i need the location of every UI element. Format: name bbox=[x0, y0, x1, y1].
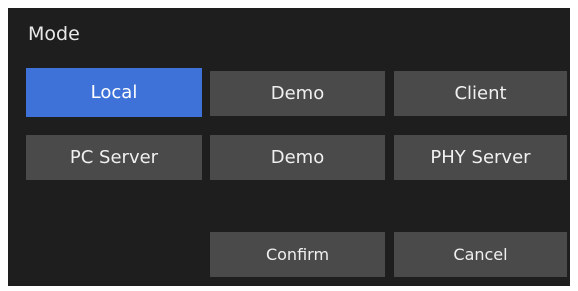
mode-button-demo-secondary[interactable]: Demo bbox=[210, 135, 385, 180]
mode-button-demo[interactable]: Demo bbox=[210, 71, 385, 116]
cancel-button[interactable]: Cancel bbox=[394, 232, 567, 277]
confirm-button[interactable]: Confirm bbox=[210, 232, 385, 277]
mode-button-local[interactable]: Local bbox=[26, 68, 202, 117]
mode-button-pc-server[interactable]: PC Server bbox=[26, 135, 202, 180]
mode-button-phy-server[interactable]: PHY Server bbox=[394, 135, 567, 180]
mode-dialog: Mode Local Demo Client PC Server Demo PH… bbox=[8, 8, 570, 286]
dialog-title: Mode bbox=[28, 23, 80, 45]
mode-button-client[interactable]: Client bbox=[394, 71, 567, 116]
